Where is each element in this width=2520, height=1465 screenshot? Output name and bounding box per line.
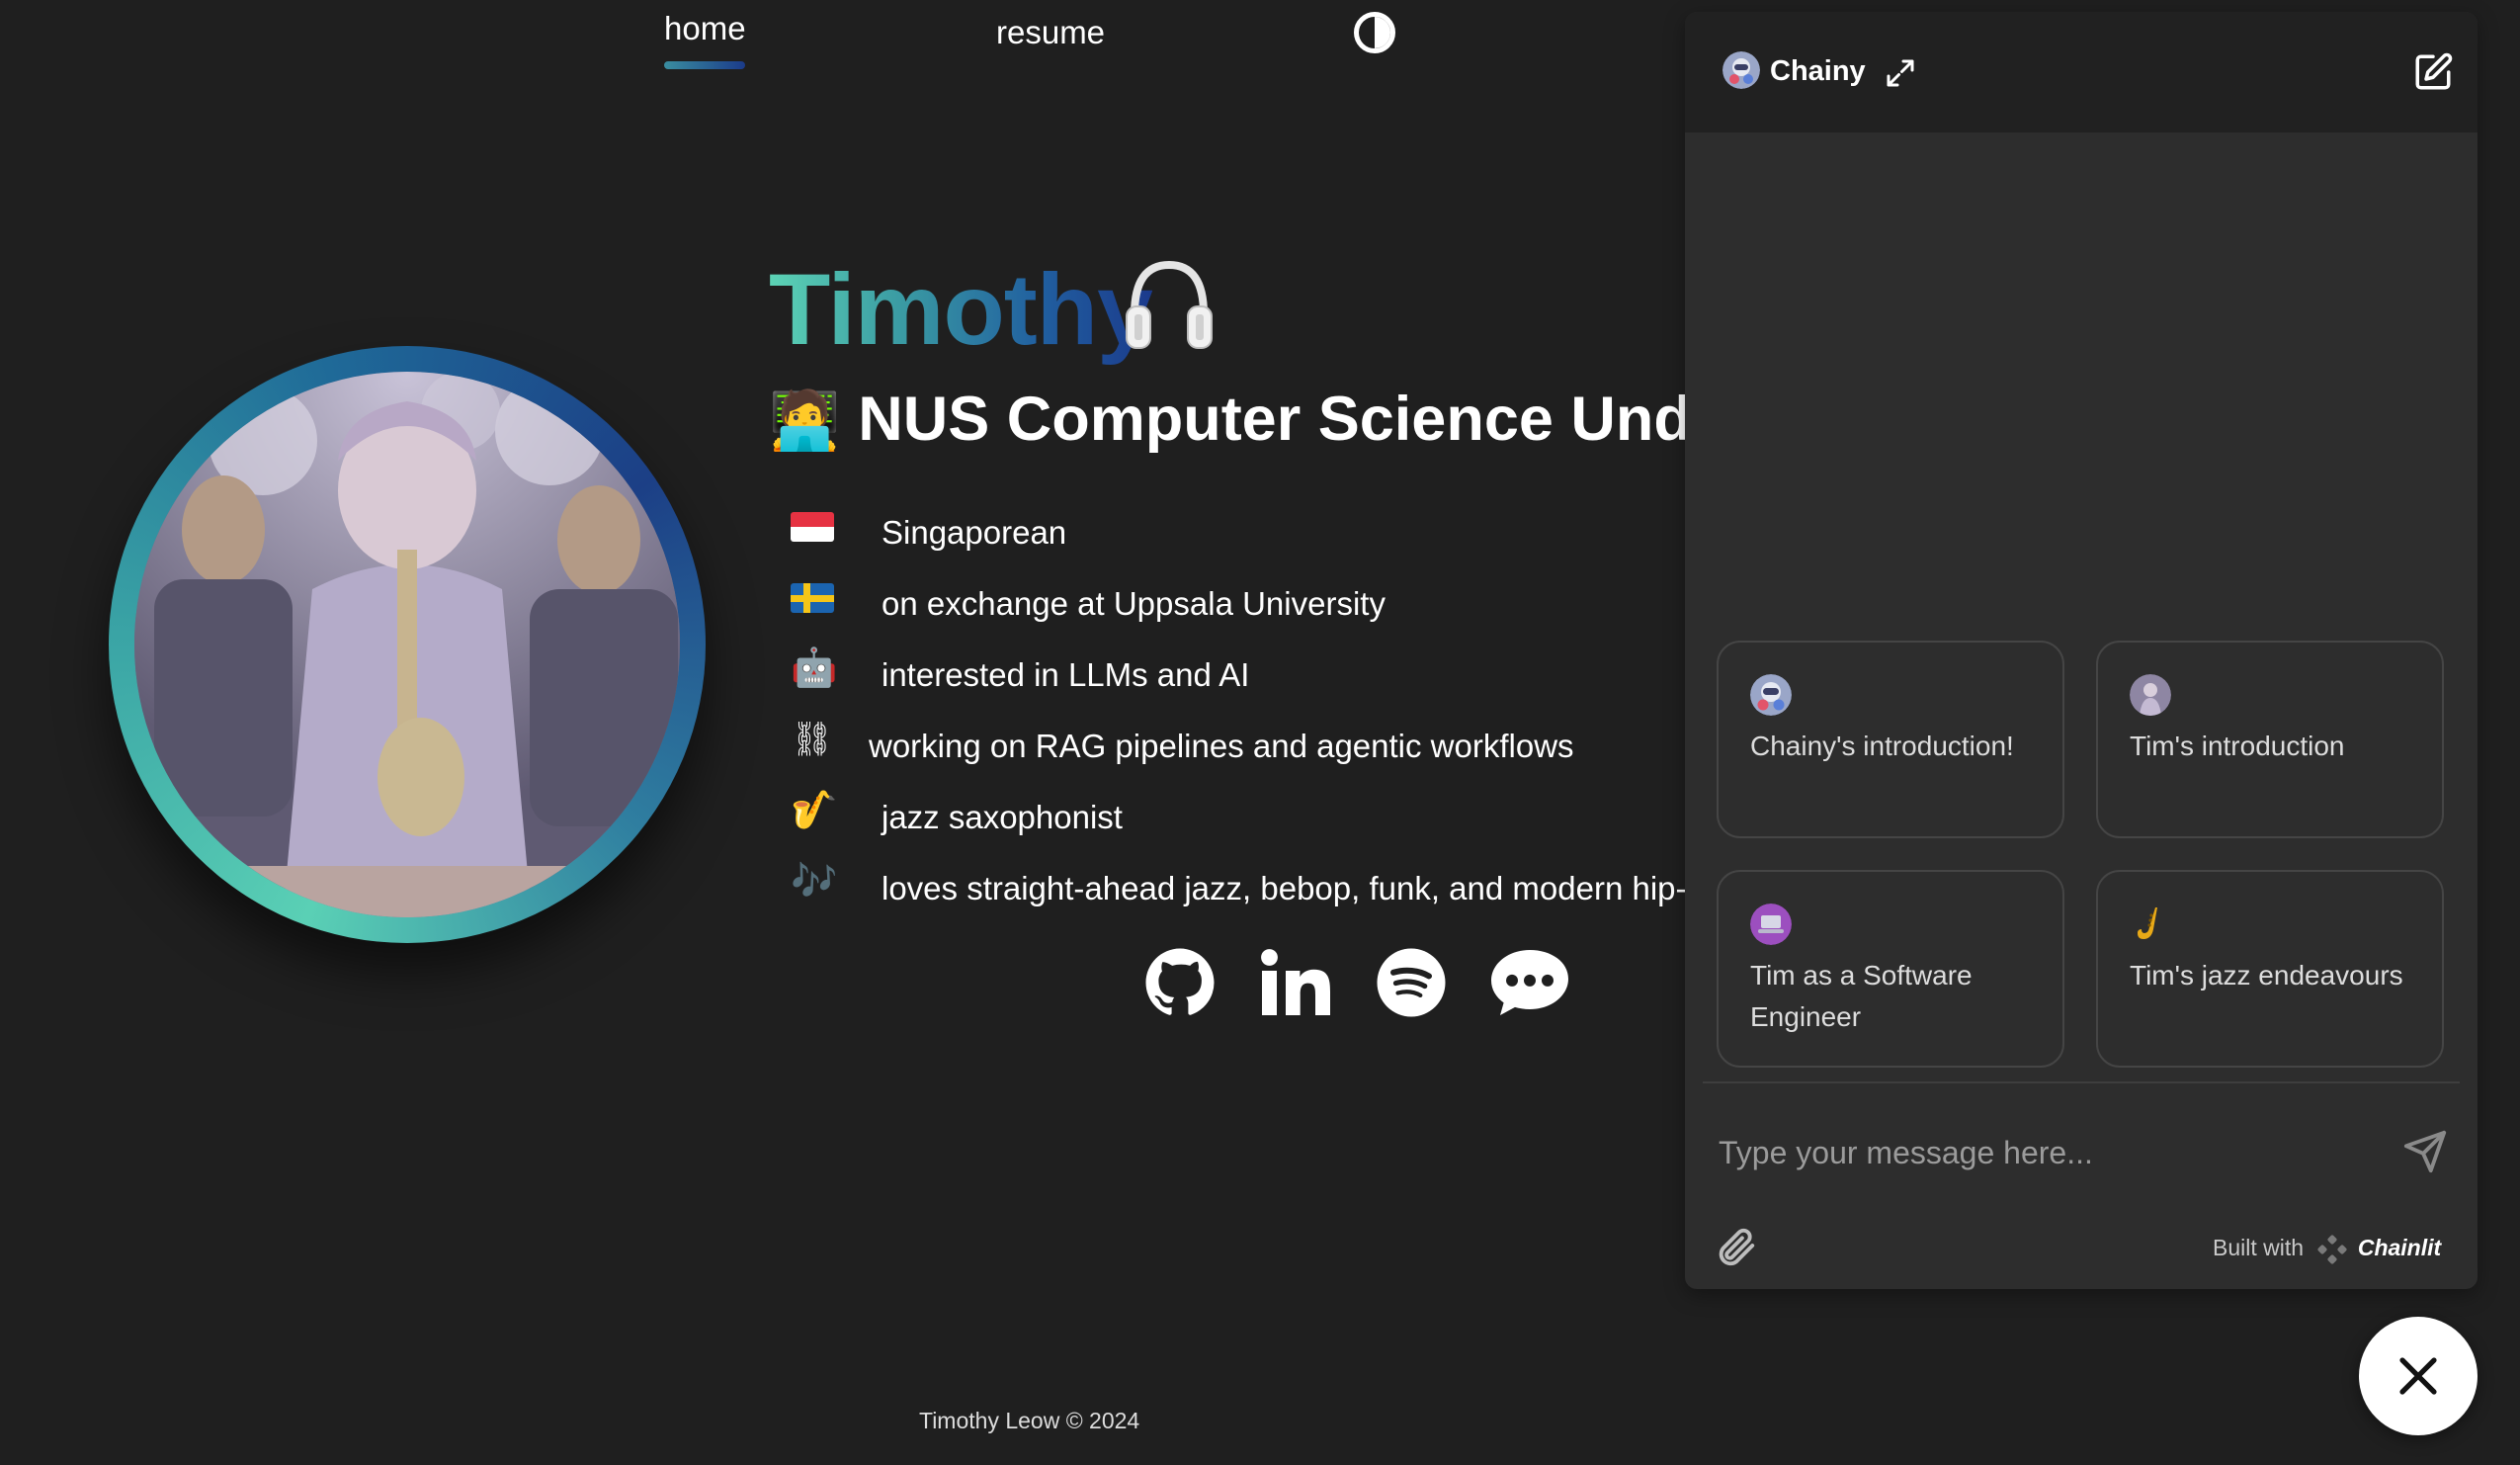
chat-header: Chainy — [1685, 12, 2478, 132]
fact-text: interested in LLMs and AI — [882, 656, 1250, 693]
profile-avatar-ring — [109, 346, 706, 943]
singapore-flag-icon — [791, 506, 836, 546]
chainy-avatar-icon — [1722, 51, 1760, 89]
chat-panel: Chainy Chainy's introduction! Tim's intr… — [1685, 12, 2478, 1289]
profile-name: Timothy — [769, 253, 1153, 366]
fact-text: working on RAG pipelines and agentic wor… — [869, 728, 1574, 764]
technologist-icon: 🧑‍💻 — [769, 388, 841, 453]
sweden-flag-icon — [791, 577, 836, 617]
saxophone-icon: 🎷 — [791, 790, 838, 831]
nav-home-link[interactable]: home — [664, 10, 746, 69]
fact-text: jazz saxophonist — [882, 799, 1123, 835]
saxophonist-illustration — [134, 372, 680, 917]
spotify-icon[interactable] — [1376, 947, 1447, 1018]
chainlit-brand: Chainlit — [2357, 1235, 2442, 1261]
headphones-icon — [1126, 260, 1213, 349]
top-nav: home resume — [632, 0, 1443, 89]
new-chat-icon[interactable] — [2412, 51, 2454, 93]
close-chat-button[interactable] — [2359, 1317, 2478, 1435]
saxophone-icon — [2130, 904, 2171, 945]
headline-text: NUS Computer Science Under — [858, 385, 1688, 454]
chat-divider — [1703, 1081, 2460, 1083]
linkedin-icon[interactable] — [1259, 947, 1330, 1018]
fact-item: 🤖 interested in LLMs and AI — [791, 645, 1690, 704]
starter-tim-software-engineer[interactable]: Tim as a Software Engineer — [1717, 870, 2064, 1068]
nav-home-label: home — [664, 10, 746, 46]
expand-icon[interactable] — [1883, 55, 1918, 91]
fact-item: Singaporean — [791, 502, 1690, 561]
profile-avatar — [134, 372, 680, 917]
footer-copyright: Timothy Leow © 2024 — [919, 1408, 1140, 1433]
starter-chainy-introduction[interactable]: Chainy's introduction! — [1717, 641, 2064, 838]
chainy-avatar-icon — [1750, 674, 1792, 716]
github-icon[interactable] — [1144, 947, 1216, 1018]
robot-icon: 🤖 — [791, 647, 838, 689]
chat-bubble-icon[interactable] — [1488, 947, 1571, 1018]
fact-item: ⛓ working on RAG pipelines and agentic w… — [791, 716, 1690, 775]
send-icon[interactable] — [2402, 1129, 2448, 1174]
fact-item: on exchange at Uppsala University — [791, 573, 1690, 633]
starter-tim-jazz-endeavours[interactable]: Tim's jazz endeavours — [2096, 870, 2444, 1068]
fact-text: Singaporean — [882, 514, 1067, 551]
active-nav-underline — [664, 61, 745, 69]
built-with-prefix: Built with — [2213, 1235, 2305, 1261]
profile-headline: 🧑‍💻 NUS Computer Science Under — [769, 384, 1688, 455]
starter-label: Tim's jazz endeavours — [2130, 960, 2403, 991]
laptop-icon — [1750, 904, 1792, 945]
starter-tim-introduction[interactable]: Tim's introduction — [2096, 641, 2444, 838]
fact-item: 🎷 jazz saxophonist — [791, 787, 1690, 846]
chat-message-input[interactable] — [1717, 1123, 2369, 1182]
starter-label: Chainy's introduction! — [1750, 731, 2014, 761]
fact-text: on exchange at Uppsala University — [882, 585, 1386, 622]
close-icon — [2399, 1357, 2437, 1395]
starter-label: Tim as a Software Engineer — [1750, 960, 1973, 1032]
paperclip-icon[interactable] — [1713, 1224, 1758, 1269]
fact-text: loves straight-ahead jazz, bebop, funk, … — [882, 870, 1690, 906]
fact-item: 🎶 loves straight-ahead jazz, bebop, funk… — [791, 858, 1690, 917]
tim-avatar-icon — [2130, 674, 2171, 716]
contrast-icon[interactable] — [1354, 12, 1395, 53]
chain-link-icon: ⛓ — [791, 721, 834, 758]
starter-label: Tim's introduction — [2130, 731, 2345, 761]
chat-title: Chainy — [1770, 55, 1866, 87]
nav-resume-link[interactable]: resume — [996, 14, 1105, 51]
built-with-credit[interactable]: Built with Chainlit — [2213, 1235, 2441, 1264]
chainlit-logo-icon — [2317, 1235, 2347, 1264]
music-notes-icon: 🎶 — [791, 861, 838, 903]
